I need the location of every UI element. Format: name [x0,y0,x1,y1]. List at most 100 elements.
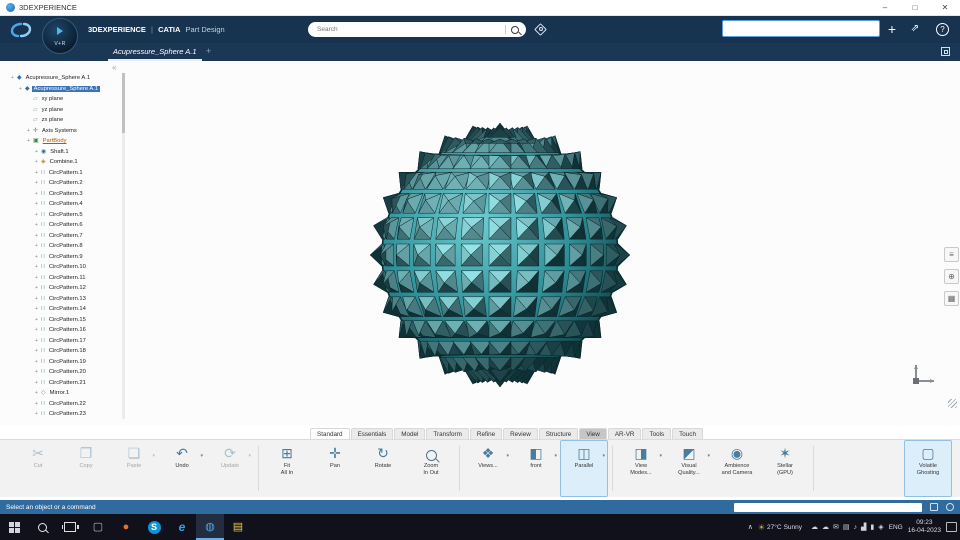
tree-item-circpattern-13[interactable]: + ∷ CircPattern.13 [8,294,120,305]
panels-icon[interactable]: ≡ [944,247,959,262]
collapse-tree-icon[interactable] [112,63,116,72]
ribbon-button-front[interactable]: ◧ ▾ front [512,440,560,497]
ribbon-button-ambience-and-camera[interactable]: ◉ Ambience and Camera [713,440,761,497]
grid-icon[interactable]: ▦ [944,291,959,306]
tree-item-circpattern-20[interactable]: + ∷ CircPattern.20 [8,367,120,378]
browser-icon[interactable]: ● [112,514,140,540]
file-explorer-icon[interactable]: ▤ [224,514,252,540]
tree-item-circpattern-5[interactable]: + ∷ CircPattern.5 [8,210,120,221]
tree-item-mirror-1[interactable]: + ◇ Mirror.1 [8,388,120,399]
ribbon-tab-refine[interactable]: Refine [469,428,503,439]
ribbon-button-visual-quality[interactable]: ◩ ▾ Visual Quality... [665,440,713,497]
search-icon[interactable] [511,25,519,34]
ribbon-button-undo[interactable]: ↶ ▾ Undo [158,440,206,497]
ribbon-button-rotate[interactable]: ↻ Rotate [359,440,407,497]
ribbon-tab-tools[interactable]: Tools [642,428,672,439]
tree-item-circpattern-12[interactable]: + ∷ CircPattern.12 [8,283,120,294]
tree-item-yz-plane[interactable]: ▱ yz plane [8,105,120,116]
tree-item-circpattern-15[interactable]: + ∷ CircPattern.15 [8,315,120,326]
tree-item-combine-1[interactable]: + ◈ Combine.1 [8,157,120,168]
tree-item-circpattern-4[interactable]: + ∷ CircPattern.4 [8,199,120,210]
tray-expand-icon[interactable] [748,523,753,531]
tree-item-shaft-1[interactable]: + ◉ Shaft.1 [8,147,120,158]
close-button[interactable] [930,0,960,16]
ribbon-tab-review[interactable]: Review [503,428,538,439]
notification-center-icon[interactable] [946,522,957,532]
dropdown-arrow-icon[interactable]: ▾ [554,453,557,459]
ribbon-button-copy[interactable]: ❐ Copy [62,440,110,497]
tree-item-circpattern-8[interactable]: + ∷ CircPattern.8 [8,241,120,252]
ribbon-tab-transform[interactable]: Transform [426,428,469,439]
tree-item-zx-plane[interactable]: ▱ zx plane [8,115,120,126]
ribbon-tab-view[interactable]: View [579,428,607,439]
cloud-icon[interactable]: ☁ [811,524,818,531]
3d-viewport[interactable]: +◆Acupressure_Sphere A.1+◆Acupressure_Sp… [0,61,960,425]
language-indicator[interactable]: ENG [889,524,903,531]
dropdown-arrow-icon[interactable]: ▾ [602,453,605,459]
tree-item-circpattern-19[interactable]: + ∷ CircPattern.19 [8,357,120,368]
tree-item-circpattern-18[interactable]: + ∷ CircPattern.18 [8,346,120,357]
acupressure-sphere-model[interactable] [340,95,660,415]
ribbon-tab-structure[interactable]: Structure [538,428,579,439]
share-icon[interactable] [908,22,922,36]
ribbon-button-volatile-ghosting[interactable]: ▢ Volatile Ghosting [904,440,952,497]
ribbon-button-stellar-gpu[interactable]: ✶ Stellar (GPU) [761,440,809,497]
tree-item-circpattern-23[interactable]: + ∷ CircPattern.23 [8,409,120,420]
dropdown-arrow-icon[interactable]: ▾ [659,453,662,459]
ribbon-tab-essentials[interactable]: Essentials [350,428,394,439]
tree-item-acupressure-sphere-a-1[interactable]: + ◆ Acupressure_Sphere A.1 [8,73,120,84]
ribbon-tab-ar-vr[interactable]: AR-VR [607,428,642,439]
skype-icon[interactable]: S [140,514,168,540]
task-view-button[interactable] [56,514,84,540]
ribbon-tab-model[interactable]: Model [394,428,426,439]
tree-item-circpattern-14[interactable]: + ∷ CircPattern.14 [8,304,120,315]
mail-icon[interactable]: ✉ [833,524,839,531]
tree-item-circpattern-1[interactable]: + ∷ CircPattern.1 [8,168,120,179]
status-help-icon[interactable] [946,503,954,511]
tree-item-xy-plane[interactable]: ▱ xy plane [8,94,120,105]
ribbon-button-paste[interactable]: ❏ ▾ Paste [110,440,158,497]
axis-triad-icon[interactable] [910,357,938,385]
3d-compass-widget[interactable]: V+R [42,18,78,54]
tree-item-circpattern-9[interactable]: + ∷ CircPattern.9 [8,252,120,263]
add-content-button[interactable]: + [884,16,900,43]
dropdown-arrow-icon[interactable]: ▾ [248,453,251,459]
tree-item-partbody[interactable]: + ▣ PartBody [8,136,120,147]
dropdown-arrow-icon[interactable]: ▾ [152,453,155,459]
tree-item-circpattern-21[interactable]: + ∷ CircPattern.21 [8,378,120,389]
ribbon-tab-touch[interactable]: Touch [672,428,703,439]
ribbon-button-fit-all-in[interactable]: ⊞ Fit All In [263,440,311,497]
command-input[interactable] [734,502,922,512]
ribbon-tab-standard[interactable]: Standard [310,428,350,439]
tree-item-axis-systems[interactable]: + ✛ Axis Systems [8,126,120,137]
document-tab[interactable]: Acupressure_Sphere A.1 [108,44,202,61]
tree-item-circpattern-3[interactable]: + ∷ CircPattern.3 [8,189,120,200]
shield-icon[interactable]: ◈ [878,524,883,531]
clock[interactable]: 09:23 16-04-2023 [908,519,941,535]
3dexperience-icon[interactable]: ◍ [196,514,224,540]
tree-item-circpattern-2[interactable]: + ∷ CircPattern.2 [8,178,120,189]
ribbon-button-views[interactable]: ❖ ▾ Views... [464,440,512,497]
restore-layout-icon[interactable] [941,47,950,56]
app-window-icon[interactable]: ▢ [84,514,112,540]
resize-handle-icon[interactable] [948,399,957,408]
tree-item-circpattern-6[interactable]: + ∷ CircPattern.6 [8,220,120,231]
ribbon-button-zoom-in-out[interactable]: Zoom In Out [407,440,455,497]
onedrive-icon[interactable]: ☁ [822,524,829,531]
taskbar-search-button[interactable] [28,514,56,540]
search-input[interactable] [315,25,500,34]
minimize-button[interactable] [870,0,900,16]
tree-scrollbar[interactable] [122,73,125,419]
quick-search-input[interactable] [723,25,879,40]
status-option-icon[interactable] [930,503,938,511]
tree-item-acupressure-sphere-a-1[interactable]: + ◆ Acupressure_Sphere A.1 [8,84,120,95]
tree-item-circpattern-11[interactable]: + ∷ CircPattern.11 [8,273,120,284]
edge-icon[interactable]: e [168,514,196,540]
battery-icon[interactable]: ▮ [870,524,874,531]
network-icon[interactable]: ▟ [861,524,866,531]
tag-icon[interactable] [534,23,547,36]
ribbon-button-update[interactable]: ⟳ ▾ Update [206,440,254,497]
ribbon-button-cut[interactable]: ✂ Cut [14,440,62,497]
tree-scrollbar-thumb[interactable] [122,73,125,133]
volume-icon[interactable]: ♪ [854,524,858,531]
